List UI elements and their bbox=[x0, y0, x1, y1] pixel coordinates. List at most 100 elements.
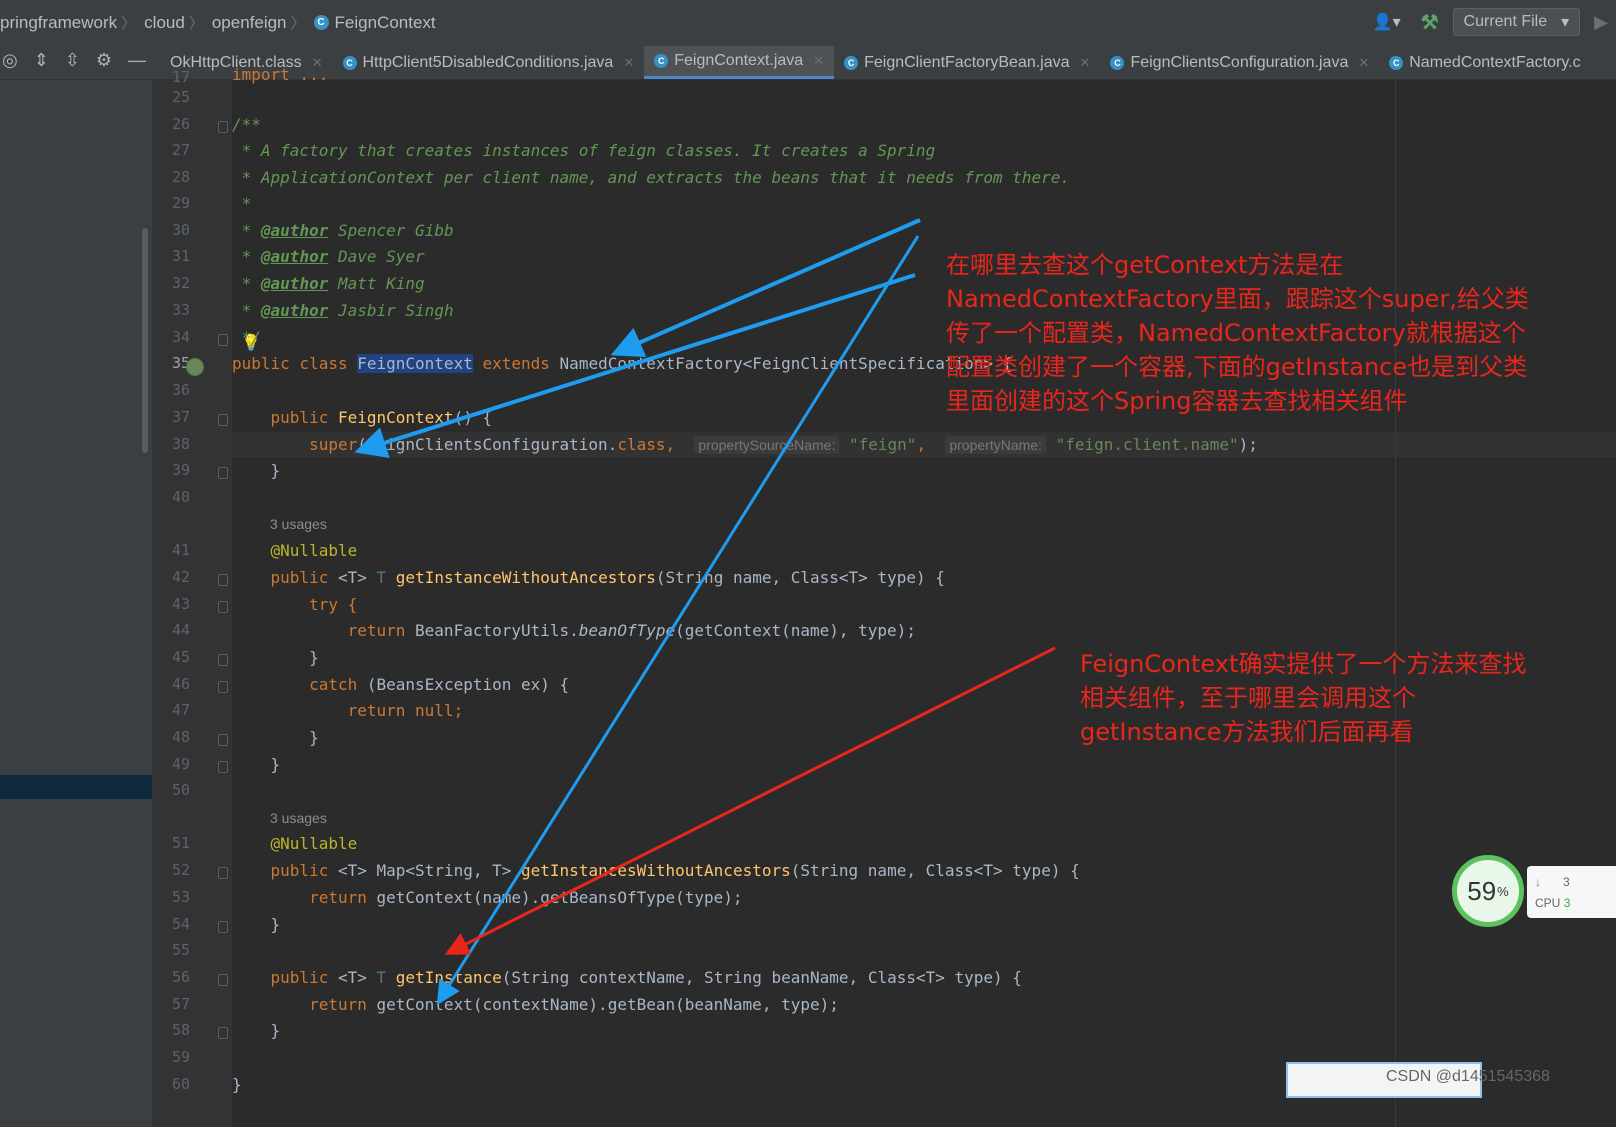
tab-feignclientfactorybean[interactable]: C FeignClientFactoryBean.java ✕ bbox=[834, 46, 1100, 79]
fold-marker-icon[interactable] bbox=[218, 334, 228, 346]
class-icon: C bbox=[1110, 55, 1125, 70]
line-number: 27 bbox=[171, 141, 190, 159]
close-icon[interactable]: ✕ bbox=[1080, 55, 1091, 71]
run-configuration-dropdown[interactable]: Current File ▾ bbox=[1452, 8, 1581, 36]
note-line: getInstance方法我们后面再看 bbox=[1080, 718, 1414, 746]
build-hammer-icon[interactable]: ⚒ bbox=[1421, 10, 1439, 35]
author-tag: @author bbox=[260, 247, 329, 266]
expand-all-icon[interactable]: ⇕ bbox=[34, 50, 49, 71]
collapsed-imports[interactable]: import ... bbox=[232, 65, 328, 84]
fold-marker-icon[interactable] bbox=[218, 467, 228, 479]
note-line: 配置类创建了一个容器,下面的getInstance也是到父类 bbox=[946, 353, 1528, 381]
line-number-current: 35 bbox=[171, 354, 190, 372]
spring-bean-icon[interactable] bbox=[186, 358, 204, 376]
code-line: import ... bbox=[232, 63, 328, 87]
method-name[interactable]: getInstance bbox=[396, 968, 502, 987]
tab-namedcontextfactory[interactable]: C NamedContextFactory.c bbox=[1379, 46, 1590, 79]
usages-hint[interactable]: 3 usages bbox=[270, 810, 327, 826]
scrollbar[interactable] bbox=[142, 228, 148, 453]
line-number: 29 bbox=[171, 194, 190, 212]
tab-label: FeignClientsConfiguration.java bbox=[1130, 53, 1349, 71]
cpu-usage-widget[interactable]: 59% bbox=[1452, 855, 1524, 927]
code-line: * @author Matt King bbox=[232, 274, 425, 293]
close-icon[interactable]: ✕ bbox=[623, 55, 634, 71]
fold-marker-icon[interactable] bbox=[218, 867, 228, 879]
keyword: public class bbox=[232, 354, 348, 373]
line-number: 25 bbox=[171, 88, 190, 106]
author-tag: @author bbox=[260, 301, 329, 320]
chevron-right-icon: 〉 bbox=[121, 15, 137, 32]
close-icon[interactable]: ✕ bbox=[1358, 55, 1369, 71]
note-line: FeignContext确实提供了一个方法来查找 bbox=[1080, 650, 1527, 678]
method-name[interactable]: getInstanceWithoutAncestors bbox=[396, 568, 656, 587]
annotation-note-1: 在哪里去查这个getContext方法是在 NamedContextFactor… bbox=[946, 248, 1529, 418]
cpu-detail-card: ↓ 3 CPU 3 bbox=[1527, 866, 1616, 918]
generic-param: <T> bbox=[337, 568, 367, 587]
fold-marker-icon[interactable] bbox=[218, 654, 228, 666]
usages-hint[interactable]: 3 usages bbox=[270, 516, 327, 532]
tab-label: NamedContextFactory.c bbox=[1409, 53, 1581, 71]
fold-marker-icon[interactable] bbox=[218, 974, 228, 986]
code-line: */ bbox=[232, 328, 261, 347]
note-line: 传了一个配置类，NamedContextFactory就根据这个 bbox=[946, 319, 1526, 347]
tab-httpclient5disabledconditions[interactable]: C HttpClient5DisabledConditions.java ✕ bbox=[333, 46, 645, 79]
code-line: } bbox=[232, 646, 319, 670]
tab-feigncontext[interactable]: C FeignContext.java ✕ bbox=[644, 46, 835, 79]
close-icon[interactable]: ✕ bbox=[813, 53, 824, 69]
keyword: extends bbox=[482, 354, 550, 373]
code-line: try { bbox=[232, 593, 357, 617]
parameter-hint: propertySourceName: bbox=[694, 436, 840, 454]
generic-param: <T> bbox=[337, 861, 367, 880]
author-name: Spencer Gibb bbox=[337, 221, 454, 240]
constructor-name[interactable]: FeignContext bbox=[338, 408, 454, 427]
fold-marker-icon[interactable] bbox=[218, 1027, 228, 1039]
fold-marker-icon[interactable] bbox=[218, 921, 228, 933]
static-method[interactable]: beanOfType bbox=[579, 621, 675, 640]
code-line: return getContext(contextName).getBean(b… bbox=[232, 993, 839, 1017]
return-type: T bbox=[376, 968, 387, 987]
class-name-selected[interactable]: FeignContext bbox=[357, 354, 473, 373]
breadcrumb-item-openfeign[interactable]: openfeign bbox=[212, 13, 287, 33]
line-number: 48 bbox=[171, 728, 190, 746]
line-number: 57 bbox=[171, 995, 190, 1013]
fold-marker-icon[interactable] bbox=[218, 601, 228, 613]
keyword: return bbox=[347, 621, 406, 640]
breadcrumb-item-feigncontext[interactable]: FeignContext bbox=[335, 13, 436, 33]
network-value: 3 bbox=[1563, 875, 1570, 889]
class-icon: C bbox=[844, 55, 859, 70]
tab-label: FeignContext.java bbox=[674, 52, 804, 69]
line-number: 44 bbox=[171, 621, 190, 639]
note-line: 里面创建的这个Spring容器去查找相关组件 bbox=[946, 387, 1408, 415]
run-icon[interactable]: ▶ bbox=[1594, 12, 1608, 33]
code-text: getContext(contextName).getBean(beanName… bbox=[376, 995, 839, 1014]
keyword: return bbox=[347, 701, 406, 720]
fold-marker-icon[interactable] bbox=[218, 121, 228, 133]
user-account-icon[interactable]: 👤▾ bbox=[1373, 12, 1401, 32]
breadcrumb-item-cloud[interactable]: cloud bbox=[144, 13, 185, 33]
code-editor[interactable]: import ... /** * A factory that creates … bbox=[232, 65, 1616, 1127]
code-text: getContext(name).getBeansOfType(type); bbox=[376, 888, 743, 907]
breadcrumb-item-springframework[interactable]: pringframework bbox=[0, 13, 117, 33]
gear-icon[interactable]: ⚙ bbox=[96, 50, 112, 71]
string-literal: "feign.client.name" bbox=[1055, 435, 1239, 454]
method-name[interactable]: getInstancesWithoutAncestors bbox=[521, 861, 791, 880]
fold-marker-icon[interactable] bbox=[218, 681, 228, 693]
keyword: public bbox=[270, 568, 329, 587]
hide-panel-icon[interactable]: — bbox=[128, 50, 146, 71]
author-name: Matt King bbox=[337, 274, 425, 293]
code-line: return getContext(name).getBeansOfType(t… bbox=[232, 886, 743, 910]
line-number: 26 bbox=[171, 115, 190, 133]
fold-marker-icon[interactable] bbox=[218, 574, 228, 586]
collapse-all-icon[interactable]: ⇳ bbox=[65, 50, 80, 71]
parent-class[interactable]: NamedContextFactory<FeignClientSpecifica… bbox=[560, 354, 993, 373]
locate-icon[interactable]: ◎ bbox=[2, 50, 18, 71]
brace: } bbox=[309, 728, 319, 747]
fold-marker-icon[interactable] bbox=[218, 414, 228, 426]
tab-feignclientsconfiguration[interactable]: C FeignClientsConfiguration.java ✕ bbox=[1100, 46, 1379, 79]
fold-marker-icon[interactable] bbox=[218, 734, 228, 746]
selected-tree-row[interactable] bbox=[0, 775, 152, 799]
code-line: public <T> T getInstanceWithoutAncestors… bbox=[232, 566, 945, 590]
fold-marker-icon[interactable] bbox=[218, 761, 228, 773]
keyword: null; bbox=[415, 701, 464, 720]
line-number: 50 bbox=[171, 781, 190, 799]
